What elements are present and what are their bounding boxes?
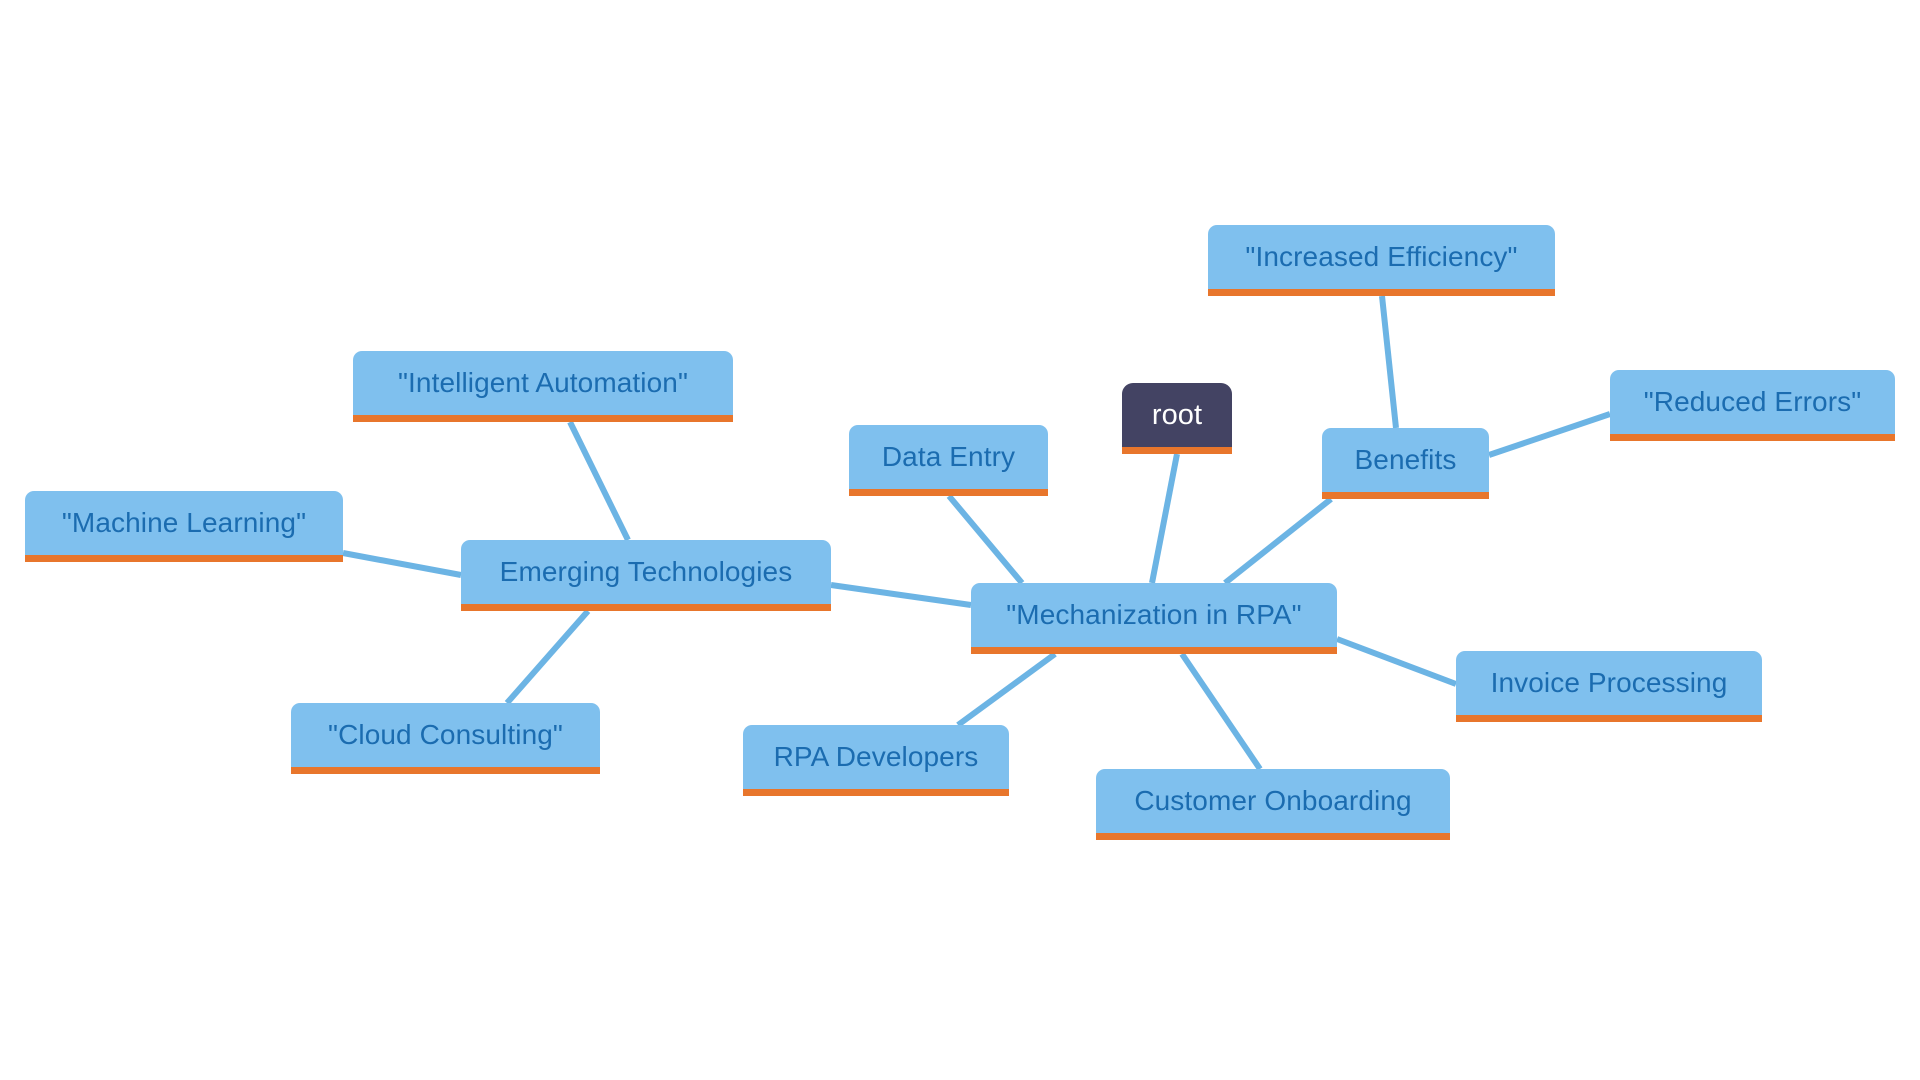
node-intelligent-automation[interactable]: "Intelligent Automation"	[353, 351, 733, 422]
node-label-mechanization: "Mechanization in RPA"	[1006, 599, 1302, 630]
mindmap-canvas: root "Mechanization in RPA" "Increased Eff…	[0, 0, 1920, 1080]
node-cloud-consulting[interactable]: "Cloud Consulting"	[291, 703, 600, 774]
node-label-emerging-technologies: Emerging Technologies	[499, 556, 793, 587]
edge-benefits-to-reduced-errors	[1488, 411, 1611, 458]
edge-mechanization-to-emerging-technologies	[830, 582, 972, 608]
node-label-benefits: Benefits	[1354, 444, 1457, 475]
node-label-intelligent-automation: "Intelligent Automation"	[397, 367, 688, 398]
node-reduced-errors[interactable]: "Reduced Errors"	[1610, 370, 1895, 441]
node-label-cloud-consulting: "Cloud Consulting"	[328, 719, 563, 750]
node-label-data-entry: Data Entry	[881, 441, 1016, 472]
edge-mechanization-to-data-entry	[946, 494, 1025, 585]
node-data-entry[interactable]: Data Entry	[849, 425, 1048, 496]
edge-mechanization-to-benefits	[1223, 496, 1333, 586]
node-increased-efficiency[interactable]: "Increased Efficiency"	[1208, 225, 1555, 296]
node-mechanization[interactable]: "Mechanization in RPA"	[971, 583, 1337, 654]
edge-mechanization-to-customer-onboarding	[1179, 652, 1263, 771]
edge-root-to-mechanization	[1149, 453, 1180, 584]
edge-benefits-to-increased-efficiency	[1379, 295, 1399, 429]
edge-emerging-to-intelligent-automation	[567, 420, 631, 542]
node-emerging-technologies[interactable]: Emerging Technologies	[461, 540, 831, 611]
edge-emerging-to-cloud-consulting	[504, 609, 591, 705]
edge-mechanization-to-invoice-processing	[1335, 636, 1458, 687]
edge-emerging-to-machine-learning	[342, 550, 462, 578]
node-root[interactable]: root	[1122, 383, 1232, 454]
edge-mechanization-to-rpa-developers	[956, 651, 1057, 728]
node-label-rpa-developers: RPA Developers	[773, 741, 979, 772]
node-label-invoice-processing: Invoice Processing	[1490, 667, 1728, 698]
node-benefits[interactable]: Benefits	[1322, 428, 1489, 499]
node-label-root: root	[1151, 398, 1203, 431]
node-label-increased-efficiency: "Increased Efficiency"	[1245, 241, 1518, 272]
node-label-reduced-errors: "Reduced Errors"	[1643, 386, 1862, 417]
node-label-customer-onboarding: Customer Onboarding	[1134, 785, 1412, 816]
node-machine-learning[interactable]: "Machine Learning"	[25, 491, 343, 562]
node-customer-onboarding[interactable]: Customer Onboarding	[1096, 769, 1450, 840]
node-rpa-developers[interactable]: RPA Developers	[743, 725, 1009, 796]
node-label-machine-learning: "Machine Learning"	[61, 507, 307, 538]
node-invoice-processing[interactable]: Invoice Processing	[1456, 651, 1762, 722]
